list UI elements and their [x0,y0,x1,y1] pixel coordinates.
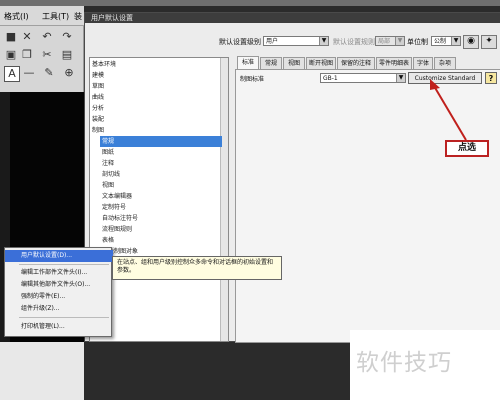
watermark-text: 软件技巧 [356,350,452,376]
menu-item-user-defaults[interactable]: 用户默认设置(D)... [5,250,113,262]
menu-tooltip: 在站点、组和用户级别控制众多命令和对话框的初始设置和参数。 [112,256,282,280]
menu-item-forced-parts[interactable]: 强制的零件(E)... [5,291,113,303]
menu-item-edit-other-header[interactable]: 编辑其他部件文件头(O)... [5,279,113,291]
annotation-callout: 点选 [445,140,489,157]
menu-item-printer-management[interactable]: 打印机管理(L)... [5,321,113,333]
context-menu: 用户默认设置(D)... 编辑工作部件文件头(I)... 编辑其他部件文件头(O… [4,247,113,337]
menu-separator [19,317,109,318]
menu-separator [19,264,109,265]
menu-item-component-upgrade[interactable]: 组件升级(Z)... [5,303,113,315]
menu-item-edit-work-header[interactable]: 编辑工作部件文件头(I)... [5,267,113,279]
